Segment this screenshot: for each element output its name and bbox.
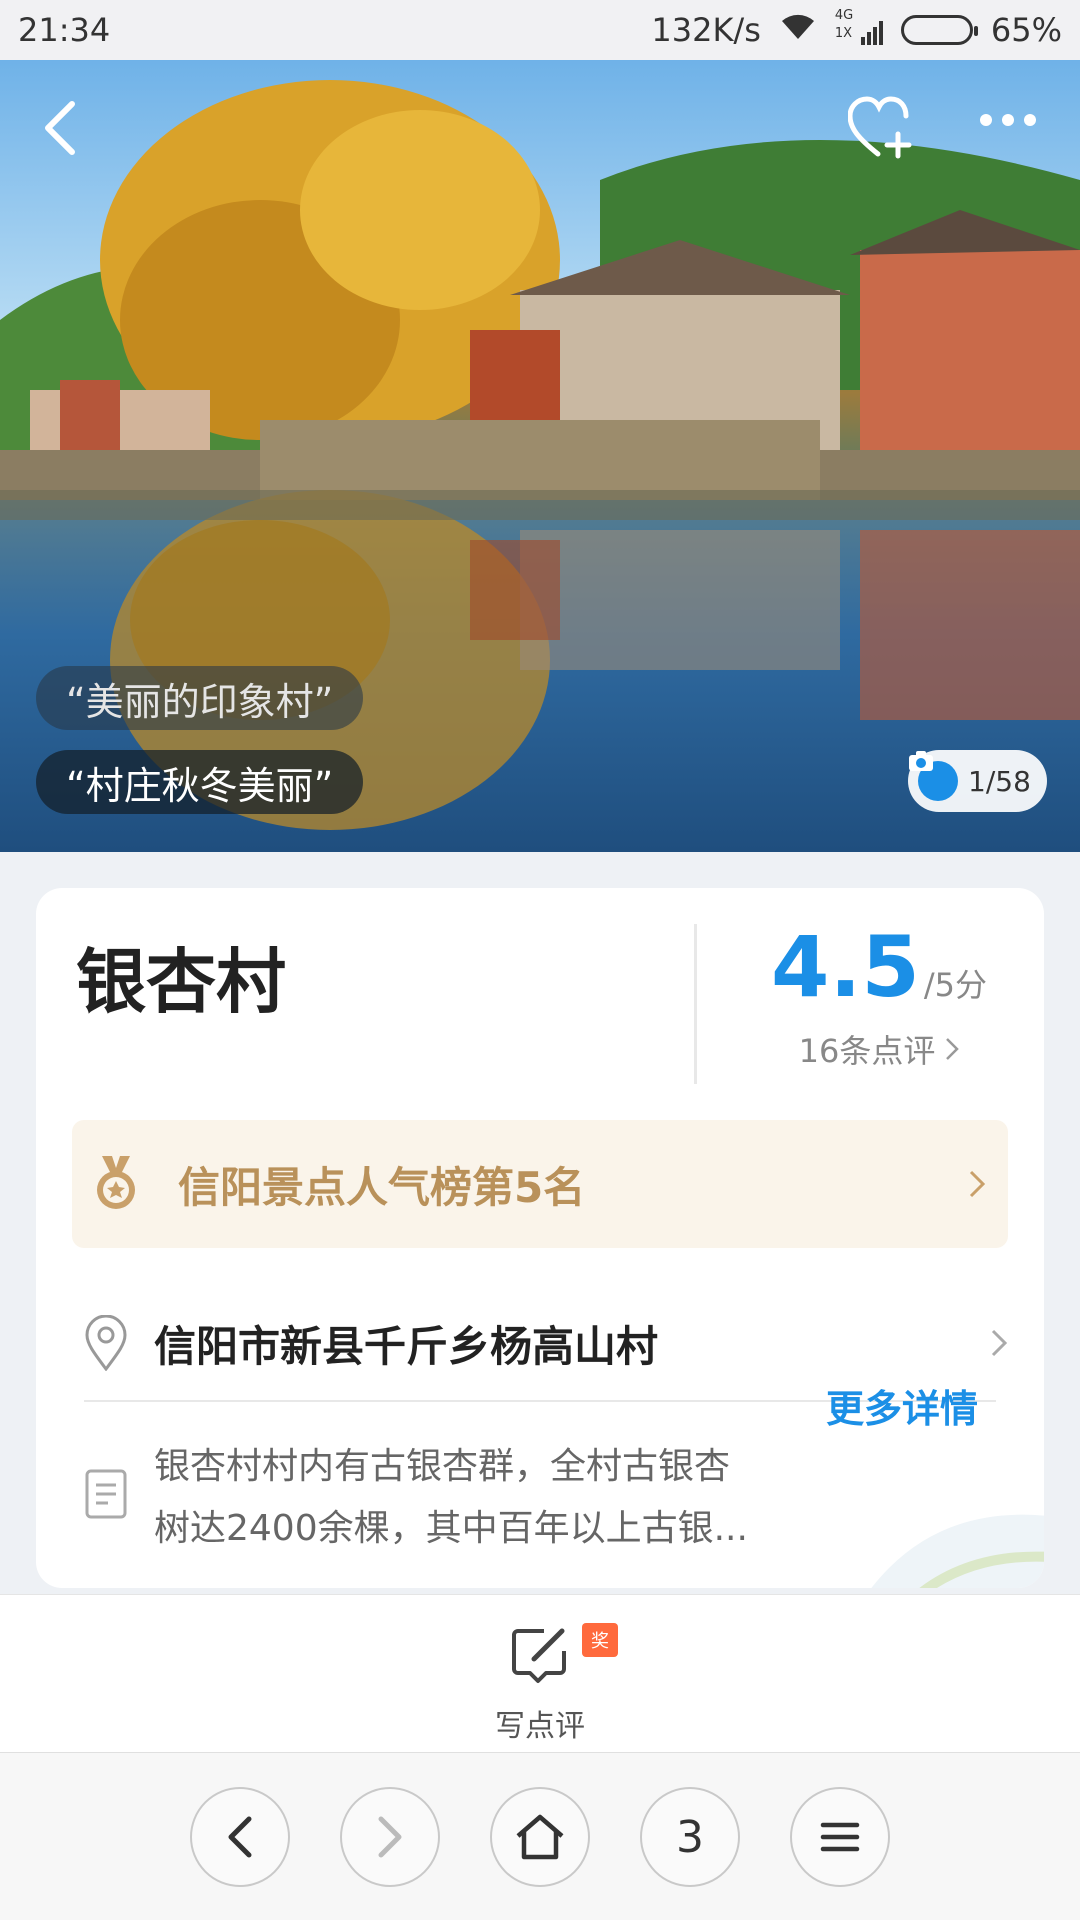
tabs-icon: 3 [676, 1811, 704, 1863]
more-icon [980, 114, 992, 126]
status-indicators: 132K/s 4G 1X 65% [651, 9, 1062, 50]
browser-back-button[interactable] [190, 1787, 290, 1887]
poi-info-card: 银杏村 4.5 /5分 16条点评 信阳景点人气榜第5名 信阳市新县千斤乡杨高山… [36, 888, 1044, 1588]
back-icon [45, 101, 75, 155]
browser-tabs-button[interactable]: 3 [640, 1787, 740, 1887]
battery-level: 65% [990, 11, 1062, 49]
location-pin-icon [85, 1315, 127, 1371]
chevron-right-icon [969, 1170, 986, 1198]
back-icon [228, 1816, 252, 1858]
camera-icon [909, 751, 958, 801]
village-landscape-illustration [0, 60, 1080, 852]
map-decoration [871, 1514, 1044, 1588]
photo-tag-1[interactable]: “美丽的印象村” [36, 666, 364, 730]
signal-icon: 4G 1X [835, 9, 883, 47]
status-bar: 21:34 132K/s 4G 1X 65% [0, 0, 1080, 60]
rank-label: 信阳景点人气榜第5名 [178, 1162, 586, 1212]
battery-icon [900, 15, 978, 45]
divider [694, 924, 697, 1084]
favorite-add-icon [848, 96, 912, 159]
net-speed: 132K/s [651, 11, 761, 49]
wifi-icon [779, 11, 817, 49]
menu-icon [820, 1822, 860, 1852]
chevron-right-icon [991, 1329, 1008, 1357]
rank-row[interactable]: 信阳景点人气榜第5名 [72, 1120, 1008, 1248]
score-max: /5分 [923, 966, 987, 1004]
score-summary[interactable]: 4.5 /5分 16条点评 [734, 918, 1024, 1072]
write-review-bar: 奖 写点评 [0, 1594, 1080, 1752]
chevron-right-icon [946, 1038, 960, 1060]
write-review-button[interactable]: 奖 写点评 [440, 1609, 640, 1744]
status-time: 21:34 [18, 11, 111, 49]
review-count-link[interactable]: 16条点评 [734, 1026, 1024, 1072]
browser-home-button[interactable] [490, 1787, 590, 1887]
more-button[interactable] [980, 114, 1036, 126]
edit-icon [512, 1628, 566, 1683]
favorite-button[interactable] [848, 96, 918, 160]
forward-icon [378, 1816, 402, 1858]
browser-nav-bar: 3 [0, 1752, 1080, 1920]
document-icon [85, 1469, 127, 1519]
browser-menu-button[interactable] [790, 1787, 890, 1887]
description-text: 银杏村村内有古银杏群，全村古银杏 树达2400余棵，其中百年以上古银... [154, 1446, 748, 1549]
hero-photo[interactable]: “美丽的印象村” “村庄秋冬美丽” 1/58 [0, 60, 1080, 852]
back-button[interactable] [40, 100, 96, 156]
award-badge: 奖 [582, 1623, 618, 1657]
home-icon [516, 1814, 564, 1860]
score-value: 4.5 [771, 918, 920, 1016]
more-details-link[interactable]: 更多详情 [826, 1378, 978, 1433]
write-review-label: 写点评 [495, 1709, 585, 1744]
medal-icon [97, 1156, 135, 1209]
photo-tag-2[interactable]: “村庄秋冬美丽” [36, 750, 364, 814]
address-text: 信阳市新县千斤乡杨高山村 [154, 1321, 659, 1371]
photo-counter[interactable]: 1/58 [908, 750, 1047, 812]
poi-title: 银杏村 [76, 941, 286, 1023]
photo-counter-text: 1/58 [968, 764, 1031, 798]
browser-forward-button[interactable] [340, 1787, 440, 1887]
